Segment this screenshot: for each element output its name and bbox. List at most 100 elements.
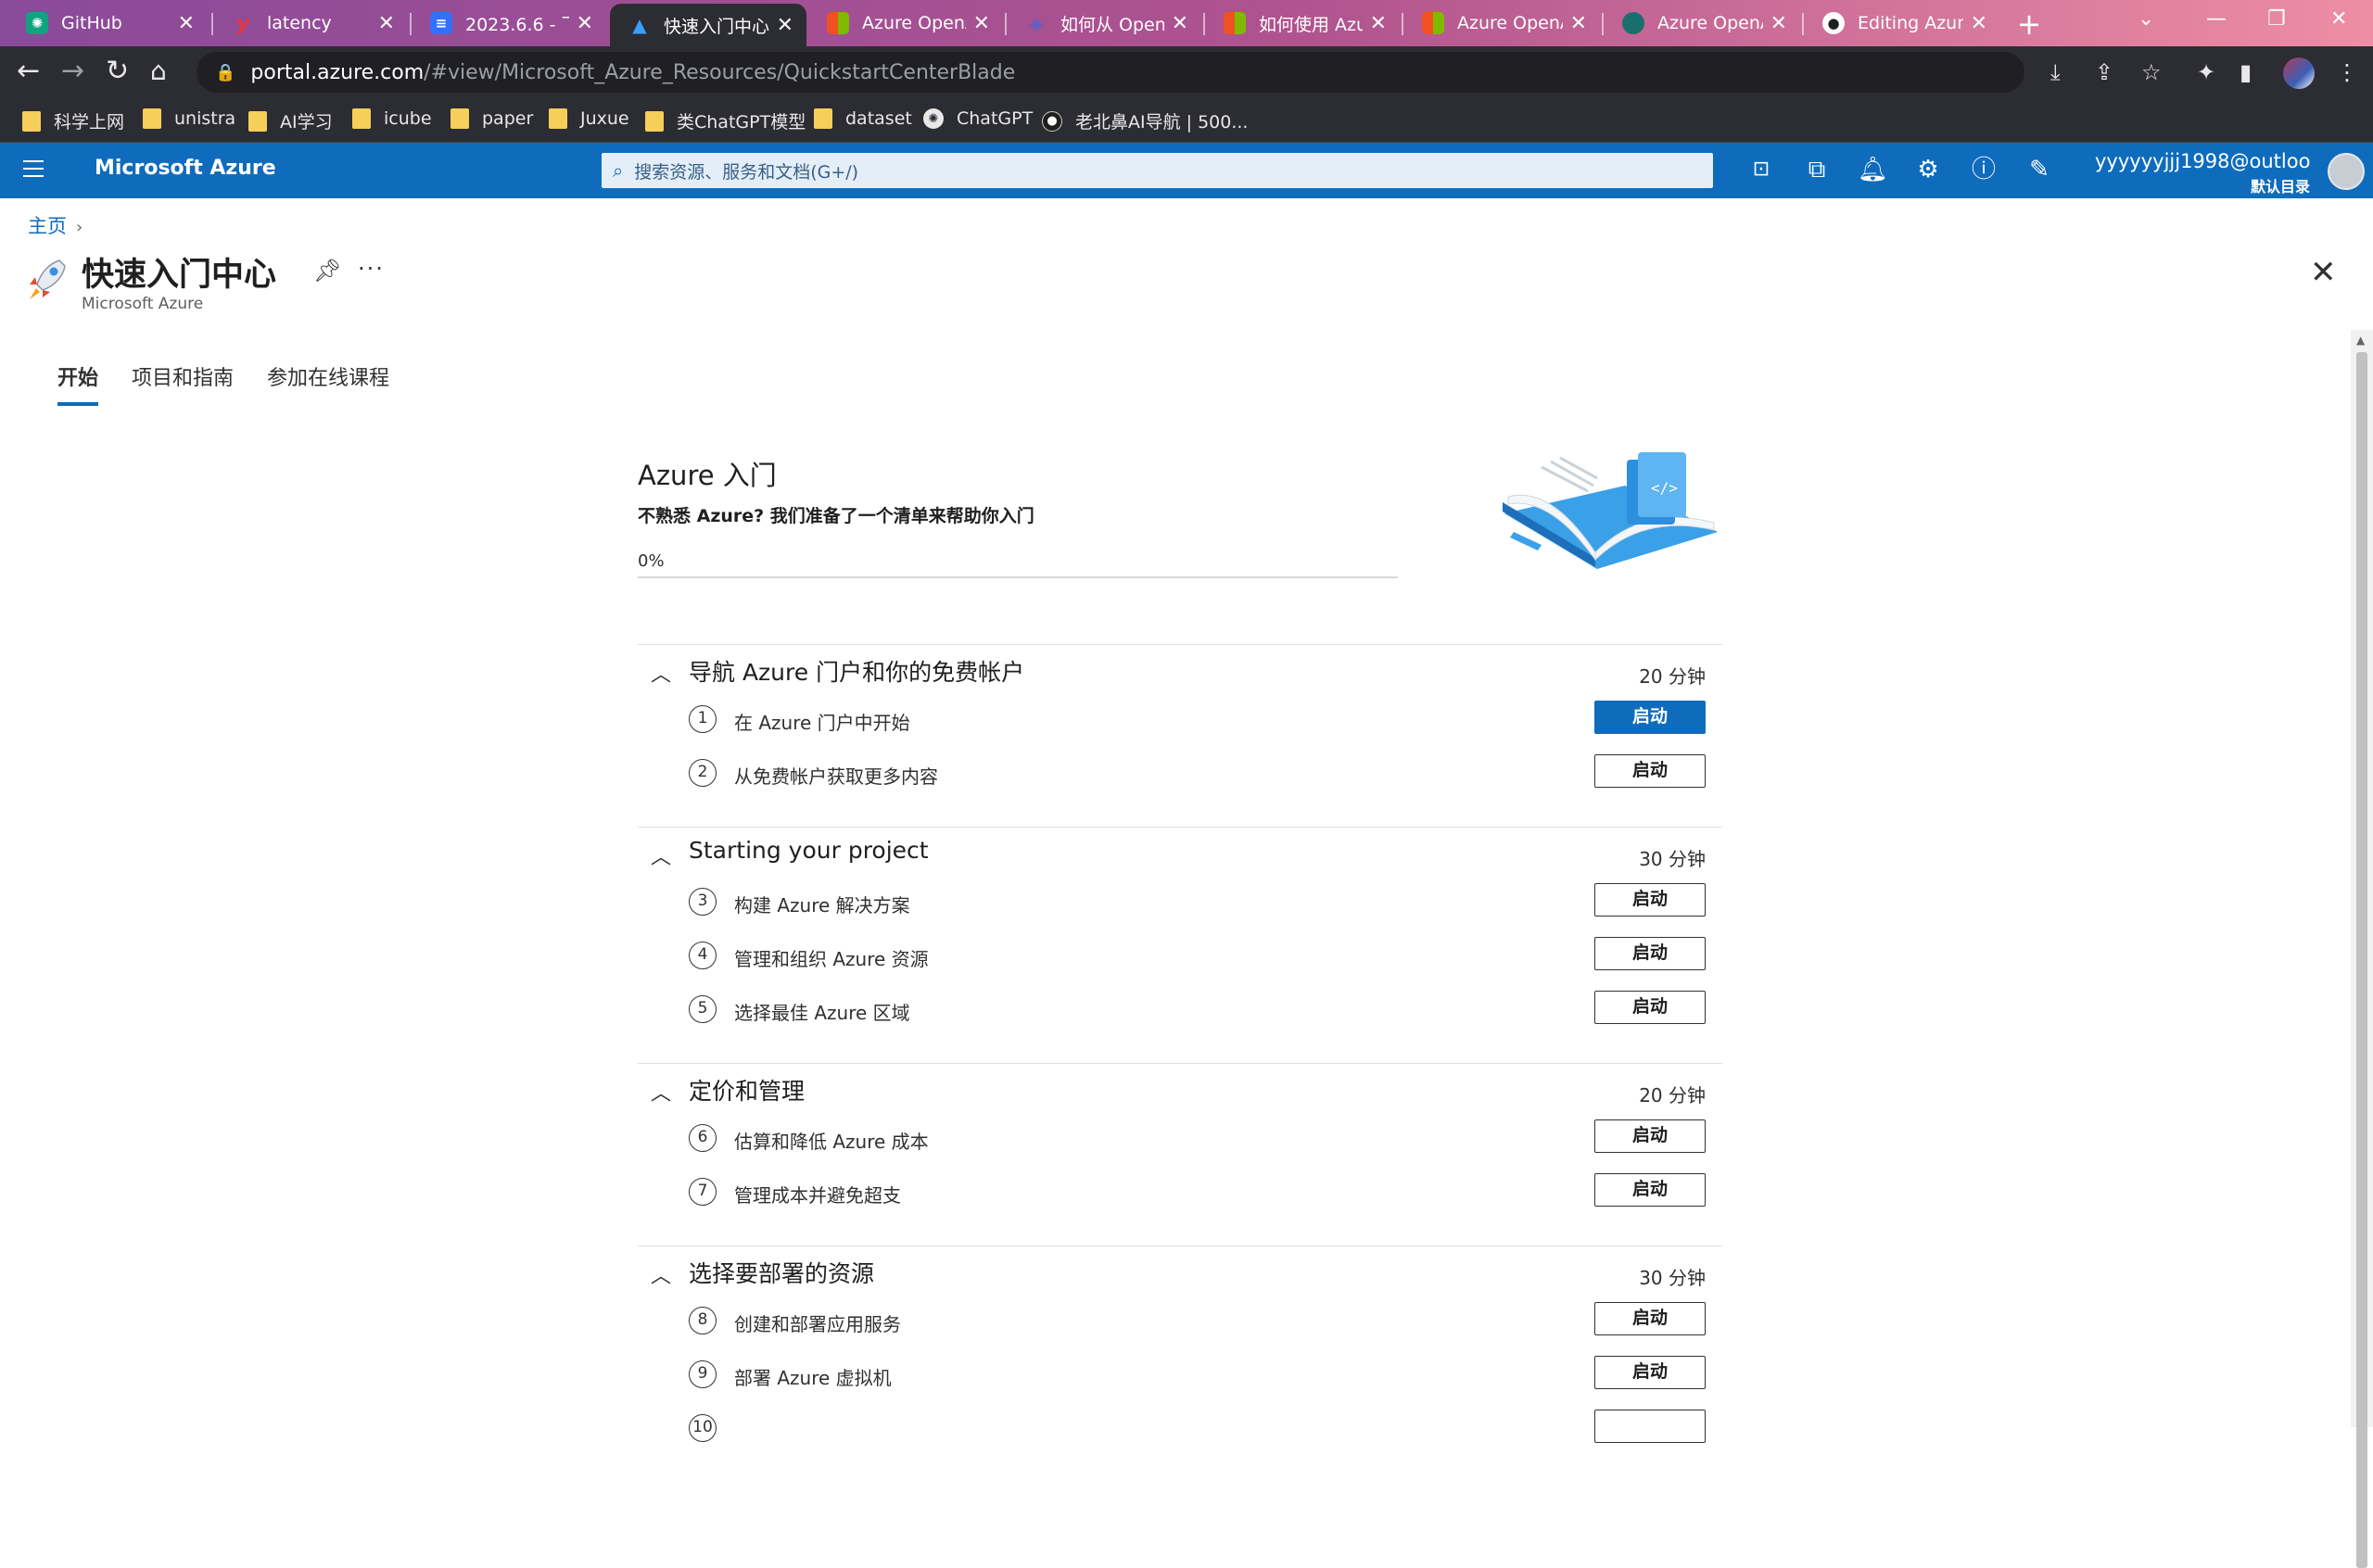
browser-tab[interactable]: ≡ 2023.6.6 - 飞书 ✕ bbox=[412, 4, 606, 43]
notifications-bell-icon[interactable]: 🔔︎ bbox=[1858, 156, 1888, 183]
chevron-up-icon[interactable]: ︿ bbox=[651, 658, 671, 688]
browser-tab[interactable]: Azure OpenAI ✕ bbox=[1604, 4, 1800, 43]
bookmark-folder[interactable]: Juxue bbox=[549, 108, 629, 129]
more-options-icon[interactable]: ··· bbox=[358, 256, 385, 282]
browser-tab[interactable]: ● Editing Azure ✕ bbox=[1804, 4, 2000, 43]
tab-start[interactable]: 开始 bbox=[57, 361, 99, 406]
new-tab-button[interactable]: + bbox=[2012, 8, 2046, 42]
section-header[interactable]: ︿ 选择要部署的资源 30 分钟 bbox=[638, 1246, 1722, 1298]
account-avatar[interactable] bbox=[2328, 153, 2365, 190]
help-icon[interactable]: ⓘ bbox=[1969, 156, 1999, 183]
tab-title: Azure OpenAI bbox=[1457, 13, 1563, 33]
scrollbar-thumb[interactable] bbox=[2356, 352, 2367, 1568]
section-header[interactable]: ︿ Starting your project 30 分钟 bbox=[638, 828, 1722, 879]
section-header[interactable]: ︿ 定价和管理 20 分钟 bbox=[638, 1064, 1722, 1116]
close-icon[interactable]: ✕ bbox=[1570, 12, 1587, 35]
scroll-up-icon[interactable]: ▲ bbox=[2356, 334, 2365, 347]
bookmark-folder[interactable]: AI学习 bbox=[248, 108, 333, 133]
launch-button[interactable]: 启动 bbox=[1594, 754, 1706, 788]
browser-tab[interactable]: Azure OpenAI ✕ bbox=[808, 4, 1003, 43]
share-icon[interactable]: ⇪ bbox=[2095, 59, 2113, 85]
launch-button[interactable]: 启动 bbox=[1594, 701, 1706, 734]
extensions-icon[interactable]: ✦ bbox=[2197, 59, 2215, 85]
checklist-section: ︿ Starting your project 30 分钟 3 构建 Azure… bbox=[638, 827, 1722, 1041]
close-icon[interactable]: ✕ bbox=[777, 14, 793, 37]
section-header[interactable]: ︿ 导航 Azure 门户和你的免费帐户 20 分钟 bbox=[638, 645, 1722, 697]
tab-online-courses[interactable]: 参加在线课程 bbox=[267, 361, 389, 406]
cloud-shell-icon[interactable]: ⊡ bbox=[1746, 156, 1776, 183]
bookmark-folder[interactable]: unistra bbox=[143, 108, 235, 129]
close-icon[interactable]: ✕ bbox=[577, 12, 593, 35]
home-icon[interactable]: ⌂ bbox=[150, 57, 167, 85]
chevron-up-icon[interactable]: ︿ bbox=[651, 1259, 671, 1289]
global-search-input[interactable]: ⌕ 搜索资源、服务和文档(G+/) bbox=[602, 153, 1713, 188]
launch-button[interactable]: 启动 bbox=[1594, 1173, 1706, 1207]
chatgpt-icon: ✺ bbox=[923, 108, 944, 129]
close-icon[interactable]: ✕ bbox=[973, 12, 990, 35]
breadcrumb-home[interactable]: 主页 bbox=[28, 215, 67, 237]
browser-tab[interactable]: ✺ GitHub ✕ bbox=[7, 4, 208, 43]
rocket-icon bbox=[30, 259, 66, 299]
browser-tab-active[interactable]: ▲ 快速入门中心 ✕ bbox=[610, 4, 806, 46]
bookmark-folder[interactable]: 类ChatGPT模型 bbox=[645, 108, 806, 133]
close-icon[interactable]: ✕ bbox=[1971, 12, 1987, 35]
close-icon[interactable]: ✕ bbox=[178, 12, 195, 35]
browser-tab-strip: ✺ GitHub ✕ y latency ✕ ≡ 2023.6.6 - 飞书 ✕… bbox=[0, 0, 2373, 46]
sidepanel-icon[interactable]: ▮ bbox=[2240, 59, 2252, 85]
browser-tab[interactable]: Azure OpenAI ✕ bbox=[1403, 4, 1600, 43]
section-title: 选择要部署的资源 bbox=[689, 1260, 875, 1287]
close-window-button[interactable]: ✕ bbox=[2330, 7, 2347, 31]
pin-icon[interactable]: 📌︎ bbox=[313, 258, 341, 284]
launch-button[interactable] bbox=[1594, 1410, 1706, 1443]
close-icon[interactable]: ✕ bbox=[378, 12, 395, 35]
close-icon[interactable]: ✕ bbox=[1172, 12, 1188, 35]
address-input[interactable]: 🔒 portal.azure.com /#view/Microsoft_Azur… bbox=[197, 52, 2024, 93]
tab-search-icon[interactable]: ⌄ bbox=[2138, 7, 2154, 31]
bookmark-folder[interactable]: 科学上网 bbox=[22, 108, 124, 133]
minimize-button[interactable]: — bbox=[2206, 7, 2227, 31]
chevron-up-icon[interactable]: ︿ bbox=[651, 1077, 671, 1106]
hamburger-menu-icon[interactable] bbox=[23, 160, 44, 183]
browser-tab[interactable]: ◈ 如何从 OpenAI ✕ bbox=[1007, 4, 1201, 43]
step-number: 5 bbox=[689, 995, 717, 1023]
chevron-right-icon: › bbox=[76, 218, 83, 237]
close-icon[interactable]: ✕ bbox=[1370, 12, 1387, 35]
install-icon[interactable]: ⤓ bbox=[2050, 59, 2061, 85]
directory-filter-icon[interactable]: ⧉ bbox=[1802, 156, 1832, 183]
forward-icon[interactable]: → bbox=[61, 57, 84, 85]
bookmark-link[interactable]: ● 老北鼻AI导航 | 500... bbox=[1042, 108, 1248, 133]
bookmark-link[interactable]: ✺ ChatGPT bbox=[923, 108, 1033, 129]
profile-avatar[interactable] bbox=[2283, 57, 2315, 89]
launch-button[interactable]: 启动 bbox=[1594, 883, 1706, 917]
bookmark-folder[interactable]: paper bbox=[450, 108, 533, 129]
breadcrumb[interactable]: 主页 › bbox=[28, 211, 82, 239]
tab-title: 如何从 OpenAI bbox=[1060, 14, 1164, 35]
close-icon[interactable]: ✕ bbox=[1770, 12, 1787, 35]
bookmark-label: unistra bbox=[174, 108, 236, 129]
launch-button[interactable]: 启动 bbox=[1594, 937, 1706, 970]
launch-button[interactable]: 启动 bbox=[1594, 1119, 1706, 1153]
azure-brand[interactable]: Microsoft Azure bbox=[95, 157, 276, 180]
menu-icon[interactable]: ⋮ bbox=[2336, 59, 2358, 85]
chevron-up-icon[interactable]: ︿ bbox=[651, 841, 671, 870]
browser-tab[interactable]: y latency ✕ bbox=[213, 4, 408, 43]
vertical-scrollbar[interactable]: ▲ bbox=[2351, 330, 2373, 1568]
close-blade-icon[interactable]: ✕ bbox=[2310, 254, 2337, 291]
tab-projects-guides[interactable]: 项目和指南 bbox=[132, 361, 234, 406]
lock-icon[interactable]: 🔒 bbox=[215, 63, 235, 82]
launch-button[interactable]: 启动 bbox=[1594, 991, 1706, 1024]
browser-tab[interactable]: 如何使用 Azure ✕ bbox=[1205, 4, 1400, 43]
bookmark-folder[interactable]: icube bbox=[352, 108, 432, 129]
back-icon[interactable]: ← bbox=[17, 57, 40, 85]
feedback-icon[interactable]: ✎ bbox=[2024, 156, 2054, 183]
launch-button[interactable]: 启动 bbox=[1594, 1302, 1706, 1335]
bookmark-folder[interactable]: dataset bbox=[814, 108, 912, 129]
reload-icon[interactable]: ↻ bbox=[106, 57, 129, 85]
site-icon: ● bbox=[1042, 110, 1062, 132]
account-info[interactable]: yyyyyyjjj1998@outlook.... 默认目录 bbox=[2095, 150, 2310, 196]
bookmark-label: dataset bbox=[845, 108, 912, 129]
restore-button[interactable]: ❐ bbox=[2267, 7, 2286, 31]
launch-button[interactable]: 启动 bbox=[1594, 1356, 1706, 1389]
settings-gear-icon[interactable]: ⚙ bbox=[1913, 156, 1943, 183]
bookmark-star-icon[interactable]: ☆ bbox=[2141, 59, 2162, 85]
